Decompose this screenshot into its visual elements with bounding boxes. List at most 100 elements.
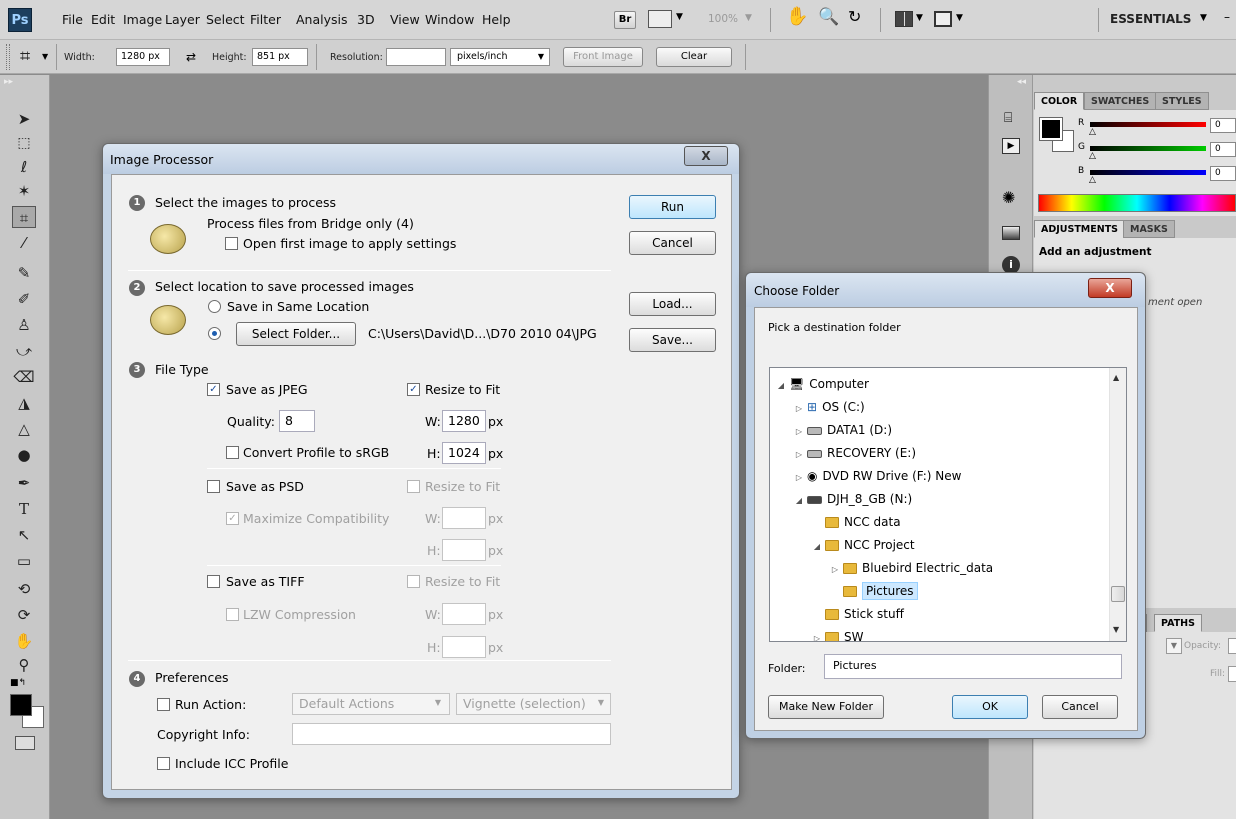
close-button[interactable]: X [1088, 278, 1132, 298]
height-field[interactable]: 851 px [252, 48, 308, 66]
jpeg-resize-checkbox[interactable]: ✓ [407, 383, 420, 396]
folder-tree[interactable]: ◢ 🖥 Computer ▷ ⊞ OS (C:) ▷ DATA1 (D:) ▷ RECOVERY … [769, 367, 1127, 642]
tab-adjustments[interactable]: ADJUSTMENTS [1034, 220, 1126, 238]
eyedropper-tool-icon[interactable]: ⁄ [12, 232, 36, 254]
slider-handle-icon[interactable]: △ [1089, 151, 1096, 161]
move-tool-icon[interactable]: ➤ [12, 108, 36, 130]
magic-wand-tool-icon[interactable]: ✶ [12, 180, 36, 202]
blue-slider[interactable] [1090, 170, 1206, 175]
tree-item[interactable]: ▷ ⊞ OS (C:) [794, 397, 865, 417]
tiff-width-field[interactable] [442, 603, 486, 625]
quick-mask-icon[interactable] [15, 736, 35, 750]
paint-bucket-tool-icon[interactable]: ◮ [12, 392, 36, 414]
front-image-button[interactable]: Front Image [563, 47, 643, 67]
tab-masks[interactable]: MASKS [1123, 220, 1175, 238]
fill-field[interactable] [1228, 666, 1236, 682]
tree-item[interactable]: ▷ ◉ DVD RW Drive (F:) New [794, 466, 962, 486]
tree-item[interactable]: ◢ 🖥 Computer [776, 374, 869, 394]
tree-item[interactable]: Stick stuff [812, 604, 904, 624]
scroll-down-icon[interactable]: ▼ [1113, 625, 1119, 634]
expand-arrow-icon[interactable]: ▷ [794, 445, 804, 465]
clear-button[interactable]: Clear [656, 47, 732, 67]
dropdown-arrow-icon[interactable]: ▼ [956, 13, 963, 23]
load-button[interactable]: Load... [629, 292, 716, 316]
tree-item[interactable]: NCC data [812, 512, 901, 532]
select-folder-button[interactable]: Select Folder... [236, 322, 356, 346]
same-location-radio[interactable] [208, 300, 221, 313]
menu-window[interactable]: Window [425, 12, 474, 27]
tree-item[interactable]: ◢ NCC Project [812, 535, 915, 555]
workspace-dropdown-icon[interactable]: ▼ [1200, 13, 1207, 23]
swap-icon[interactable]: ⇄ [186, 50, 196, 64]
menu-view[interactable]: View [390, 12, 420, 27]
blur-tool-icon[interactable]: △ [12, 418, 36, 440]
slider-handle-icon[interactable]: △ [1089, 127, 1096, 137]
type-tool-icon[interactable]: T [12, 498, 36, 520]
rotate-view-icon[interactable]: ↻ [848, 7, 861, 26]
menu-image[interactable]: Image [123, 12, 162, 27]
psd-width-field[interactable] [442, 507, 486, 529]
resolution-units-select[interactable]: pixels/inch ▼ [450, 48, 550, 66]
expand-arrow-icon[interactable]: ▷ [794, 399, 804, 419]
expand-arrow-icon[interactable]: ◢ [794, 491, 804, 511]
psd-resize-checkbox[interactable] [407, 480, 420, 493]
menu-analysis[interactable]: Analysis [296, 12, 348, 27]
image-panel-icon[interactable] [1002, 226, 1020, 240]
brush-tool-icon[interactable]: ✐ [12, 288, 36, 310]
history-panel-icon[interactable]: ⌸ [1004, 110, 1012, 126]
expand-arrow-icon[interactable]: ◢ [776, 376, 786, 396]
tiff-resize-checkbox[interactable] [407, 575, 420, 588]
zoom-tool-icon[interactable]: 🔍 [818, 7, 839, 27]
run-button[interactable]: Run [629, 195, 716, 219]
expand-tools-icon[interactable]: ▸▸ [4, 77, 13, 87]
hand-tool-icon[interactable]: ✋ [12, 630, 36, 652]
collapse-panels-icon[interactable]: ◂◂ [1017, 77, 1026, 87]
arrange-documents-icon[interactable] [895, 11, 913, 27]
zoom-dropdown-icon[interactable]: ▼ [745, 13, 752, 23]
pen-tool-icon[interactable]: ✒ [12, 472, 36, 494]
jpeg-width-field[interactable]: 1280 [442, 410, 486, 432]
blue-value[interactable]: 0 [1210, 166, 1236, 181]
ok-button[interactable]: OK [952, 695, 1028, 719]
tree-item[interactable]: ◢ DJH_8_GB (N:) [794, 489, 912, 509]
make-new-folder-button[interactable]: Make New Folder [768, 695, 884, 719]
include-icc-checkbox[interactable] [157, 757, 170, 770]
zoom-tool-icon[interactable]: ⚲ [12, 654, 36, 676]
screen-mode-icon[interactable] [648, 10, 672, 28]
tab-paths[interactable]: PATHS [1154, 614, 1202, 632]
open-first-image-checkbox[interactable] [225, 237, 238, 250]
bridge-button[interactable]: Br [614, 11, 636, 29]
menu-edit[interactable]: Edit [91, 12, 115, 27]
lzw-checkbox[interactable] [226, 608, 239, 621]
healing-brush-tool-icon[interactable]: ✎ [12, 262, 36, 284]
opacity-field[interactable] [1228, 638, 1236, 654]
tree-item[interactable]: ▷ SW [812, 627, 863, 641]
close-button[interactable]: X [684, 146, 728, 166]
cancel-button[interactable]: Cancel [629, 231, 716, 255]
color-ramp[interactable] [1038, 194, 1236, 212]
cancel-button[interactable]: Cancel [1042, 695, 1118, 719]
slider-handle-icon[interactable]: △ [1089, 175, 1096, 185]
path-selection-tool-icon[interactable]: ↖ [12, 524, 36, 546]
tool-preset-dropdown-icon[interactable]: ▼ [42, 52, 48, 61]
menu-filter[interactable]: Filter [250, 12, 281, 27]
expand-arrow-icon[interactable]: ▷ [812, 629, 822, 641]
jpeg-height-field[interactable]: 1024 [442, 442, 486, 464]
tiff-height-field[interactable] [442, 636, 486, 658]
crop-tool-icon[interactable]: ⌗ [12, 206, 36, 228]
expand-arrow-icon[interactable]: ◢ [812, 537, 822, 557]
save-as-psd-checkbox[interactable] [207, 480, 220, 493]
dodge-tool-icon[interactable]: ● [12, 444, 36, 466]
foreground-color-swatch[interactable] [10, 694, 32, 716]
save-as-tiff-checkbox[interactable] [207, 575, 220, 588]
maximize-compat-checkbox[interactable]: ✓ [226, 512, 239, 525]
history-brush-tool-icon[interactable]: ⤻ [12, 340, 36, 362]
menu-layer[interactable]: Layer [165, 12, 200, 27]
menu-help[interactable]: Help [482, 12, 511, 27]
expand-arrow-icon[interactable]: ▷ [794, 422, 804, 442]
tab-color[interactable]: COLOR [1034, 92, 1085, 110]
tree-item[interactable]: ▷ RECOVERY (E:) [794, 443, 916, 463]
dropdown-arrow-icon[interactable]: ▼ [676, 12, 683, 22]
grip-handle[interactable] [6, 44, 10, 70]
workspace-switcher[interactable]: ESSENTIALS [1110, 12, 1191, 26]
